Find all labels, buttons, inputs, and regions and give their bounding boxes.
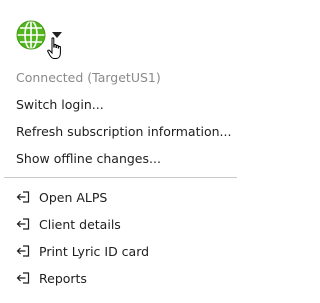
hand-pointer-icon bbox=[47, 37, 61, 59]
exit-icon bbox=[16, 272, 30, 284]
reports-label: Reports bbox=[39, 271, 87, 286]
exit-icon bbox=[16, 191, 30, 203]
exit-icon bbox=[16, 245, 30, 257]
open-alps-label: Open ALPS bbox=[39, 190, 108, 205]
refresh-subscription-item[interactable]: Refresh subscription information... bbox=[0, 118, 241, 145]
reports-item[interactable]: Reports bbox=[0, 265, 241, 292]
show-offline-changes-item[interactable]: Show offline changes... bbox=[0, 145, 241, 172]
connection-status: Connected (TargetUS1) bbox=[16, 70, 161, 85]
toolbar bbox=[3, 14, 83, 59]
menu-separator bbox=[4, 177, 237, 178]
exit-icon bbox=[16, 218, 30, 230]
client-details-label: Client details bbox=[39, 217, 121, 232]
print-lyric-id-card-item[interactable]: Print Lyric ID card bbox=[0, 238, 241, 265]
switch-login-item[interactable]: Switch login... bbox=[0, 91, 241, 118]
open-alps-item[interactable]: Open ALPS bbox=[0, 184, 241, 211]
globe-icon bbox=[16, 20, 46, 50]
client-details-item[interactable]: Client details bbox=[0, 211, 241, 238]
print-lyric-id-card-label: Print Lyric ID card bbox=[39, 244, 150, 259]
connection-dropdown-menu: Connected (TargetUS1) Switch login... Re… bbox=[0, 64, 241, 292]
